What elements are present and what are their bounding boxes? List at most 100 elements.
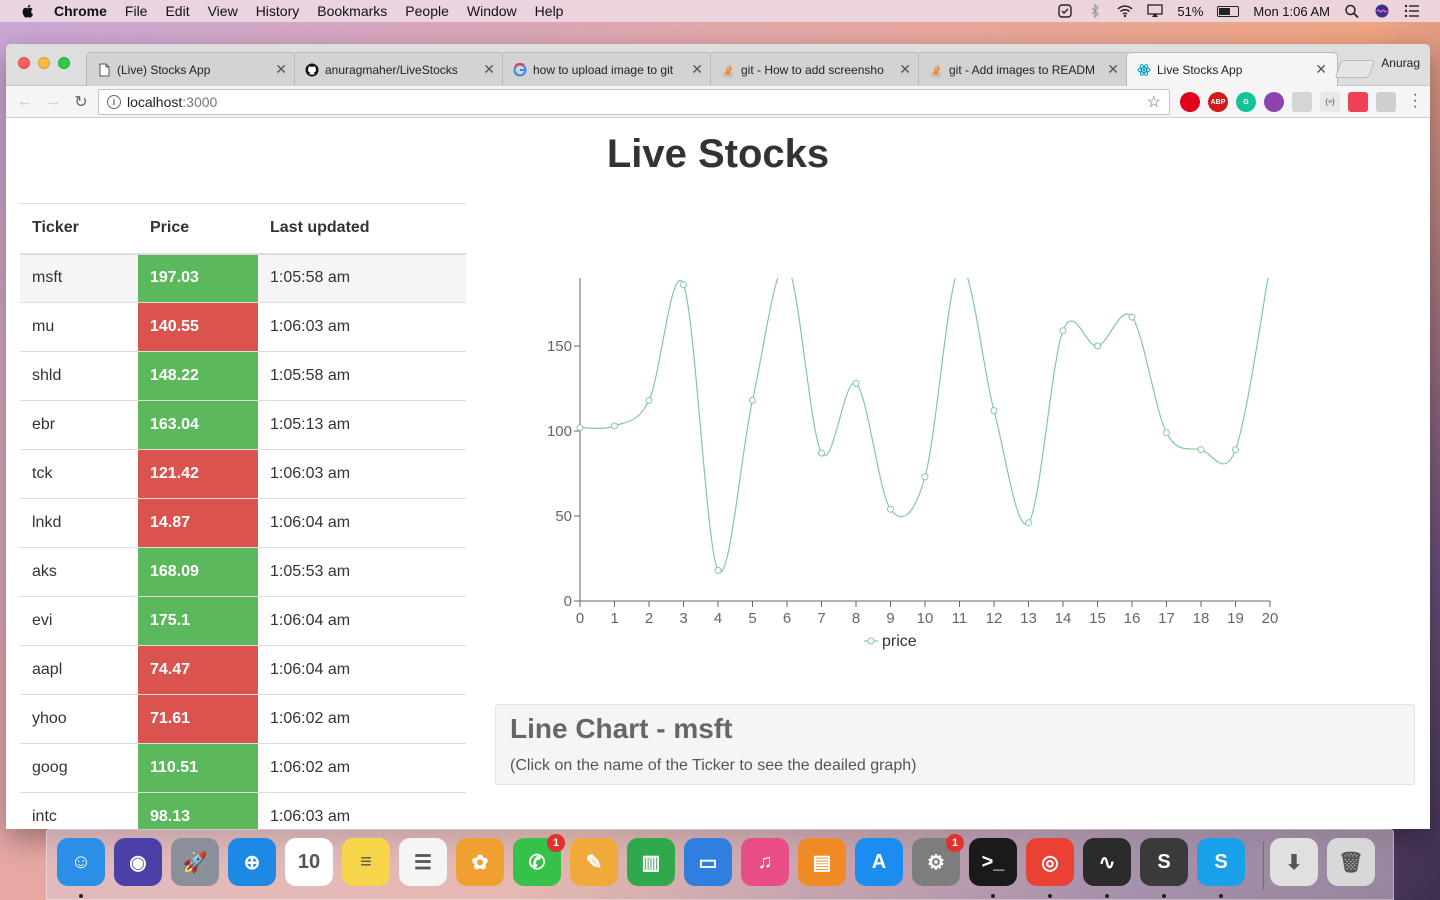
menu-clock[interactable]: Mon 1:06 AM [1253, 4, 1330, 19]
ibooks-icon[interactable]: ▤ [798, 838, 846, 886]
keynote-icon[interactable]: ▭ [684, 838, 732, 886]
dock-glyph: ♫ [757, 850, 773, 873]
table-row[interactable]: aks 168.09 1:05:53 am [20, 547, 466, 597]
ticker-cell[interactable]: goog [20, 743, 138, 793]
skype-icon[interactable]: S [1197, 838, 1245, 886]
siri-icon[interactable]: ◉ [114, 838, 162, 886]
trash-icon[interactable]: 🗑 [1327, 838, 1375, 886]
ticker-cell[interactable]: intc [20, 792, 138, 829]
menu-history[interactable]: History [256, 3, 300, 19]
ticker-cell[interactable]: evi [20, 596, 138, 646]
activity-monitor-icon[interactable]: ∿ [1083, 838, 1131, 886]
tab-live-stocks-readme[interactable]: (Live) Stocks App ✕ [86, 52, 298, 86]
appstore-icon[interactable]: A [855, 838, 903, 886]
minimize-window-button[interactable] [38, 57, 50, 69]
site-info-icon[interactable]: i [107, 95, 121, 109]
ticker-cell[interactable]: aks [20, 547, 138, 597]
table-row[interactable]: lnkd 14.87 1:06:04 am [20, 498, 466, 548]
facetime-icon[interactable]: ✆ 1 [513, 834, 565, 886]
launchpad-icon[interactable]: 🚀 [171, 838, 219, 886]
finder-icon[interactable]: ☺ [57, 838, 105, 886]
ticker-cell[interactable]: tck [20, 449, 138, 499]
tab-live-stocks-app[interactable]: Live Stocks App ✕ [1126, 52, 1338, 86]
table-row[interactable]: tck 121.42 1:06:03 am [20, 449, 466, 499]
ticker-cell[interactable]: ebr [20, 400, 138, 450]
downloads-icon[interactable]: ⬇ [1270, 838, 1318, 886]
table-row[interactable]: ebr 163.04 1:05:13 am [20, 400, 466, 450]
qr-icon[interactable] [1376, 92, 1396, 112]
ticker-cell[interactable]: shld [20, 351, 138, 401]
json-icon[interactable]: {≡} [1320, 92, 1340, 112]
colorpick-icon[interactable] [1264, 92, 1284, 112]
adblock-icon[interactable]: ABP [1208, 92, 1228, 112]
wifi-icon[interactable] [1117, 4, 1133, 18]
notes-icon[interactable]: ≡ [342, 838, 390, 886]
chrome-icon[interactable]: ◎ [1026, 838, 1074, 886]
calendar-icon[interactable]: 10 [285, 838, 333, 886]
tab-close-icon[interactable]: ✕ [483, 61, 495, 78]
table-row[interactable]: aapl 74.47 1:06:04 am [20, 645, 466, 695]
itunes-icon[interactable]: ♫ [741, 838, 789, 886]
siri-menu-icon[interactable] [1374, 4, 1390, 18]
table-row[interactable]: intc 98.13 1:06:03 am [20, 792, 466, 829]
table-row[interactable]: msft 197.03 1:05:58 am [20, 253, 466, 303]
back-arrow-icon[interactable]: ← [14, 91, 36, 113]
tab-close-icon[interactable]: ✕ [275, 61, 287, 78]
x-tick-label: 2 [645, 610, 653, 627]
menu-people[interactable]: People [405, 3, 449, 19]
tab-close-icon[interactable]: ✕ [691, 61, 703, 78]
address-bar[interactable]: i localhost:3000 ☆ [98, 89, 1170, 115]
tab-google-search[interactable]: how to upload image to git ✕ [502, 52, 714, 86]
airplay-icon[interactable] [1147, 4, 1164, 18]
menu-edit[interactable]: Edit [165, 3, 189, 19]
ticker-cell[interactable]: mu [20, 302, 138, 352]
menu-help[interactable]: Help [535, 3, 564, 19]
spotlight-search-icon[interactable] [1344, 4, 1360, 18]
menu-file[interactable]: File [125, 3, 148, 19]
notification-center-icon[interactable] [1404, 4, 1420, 18]
fullscreen-window-button[interactable] [58, 57, 70, 69]
menu-bookmarks[interactable]: Bookmarks [317, 3, 387, 19]
tab-close-icon[interactable]: ✕ [899, 61, 911, 78]
tab-close-icon[interactable]: ✕ [1315, 61, 1327, 78]
table-row[interactable]: evi 175.1 1:06:04 am [20, 596, 466, 646]
system-preferences-icon[interactable]: ⚙ 1 [912, 834, 964, 886]
photos-icon[interactable]: ✿ [456, 838, 504, 886]
ticker-cell[interactable]: aapl [20, 645, 138, 695]
table-row[interactable]: shld 148.22 1:05:58 am [20, 351, 466, 401]
safari-icon[interactable]: ⊕ [228, 838, 276, 886]
tab-close-icon[interactable]: ✕ [1107, 61, 1119, 78]
reload-icon[interactable]: ↻ [70, 91, 92, 113]
ticker-cell[interactable]: yhoo [20, 694, 138, 744]
menu-window[interactable]: Window [467, 3, 517, 19]
chrome-menu-icon[interactable]: · · · [1413, 87, 1418, 115]
apple-icon[interactable] [20, 3, 36, 19]
table-row[interactable]: goog 110.51 1:06:02 am [20, 743, 466, 793]
ticker-cell[interactable]: lnkd [20, 498, 138, 548]
forward-arrow-icon[interactable]: → [42, 91, 64, 113]
extension-icon[interactable] [1292, 92, 1312, 112]
table-row[interactable]: mu 140.55 1:06:03 am [20, 302, 466, 352]
pocket-icon[interactable] [1348, 92, 1368, 112]
menu-view[interactable]: View [208, 3, 238, 19]
profile-name[interactable]: Anurag [1381, 56, 1420, 70]
battery-icon[interactable] [1217, 5, 1240, 17]
close-window-button[interactable] [18, 57, 30, 69]
bookmark-star-icon[interactable]: ☆ [1147, 92, 1161, 112]
opera-icon[interactable] [1180, 92, 1200, 112]
numbers-icon[interactable]: ▥ [627, 838, 675, 886]
reminders-icon[interactable]: ☰ [399, 838, 447, 886]
terminal-icon[interactable]: >_ [969, 838, 1017, 886]
tab-github-repo[interactable]: anuragmaher/LiveStocks ✕ [294, 52, 506, 86]
menu-app-name[interactable]: Chrome [54, 3, 107, 19]
tab-stackoverflow-1[interactable]: git - How to add screensho ✕ [710, 52, 922, 86]
tab-stackoverflow-2[interactable]: git - Add images to READM ✕ [918, 52, 1130, 86]
bluetooth-icon[interactable] [1087, 4, 1103, 18]
table-row[interactable]: yhoo 71.61 1:06:02 am [20, 694, 466, 744]
sublime-text-icon[interactable]: S [1140, 838, 1188, 886]
pages-icon[interactable]: ✎ [570, 838, 618, 886]
new-tab-button[interactable] [1334, 60, 1376, 78]
grammarly-icon[interactable]: G [1236, 92, 1256, 112]
task-check-icon[interactable] [1057, 4, 1073, 18]
ticker-cell[interactable]: msft [20, 253, 138, 303]
